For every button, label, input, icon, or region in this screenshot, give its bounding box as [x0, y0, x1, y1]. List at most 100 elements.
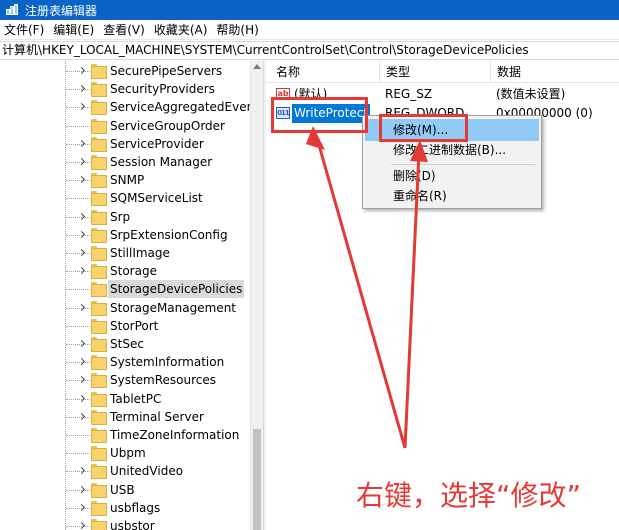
scrollbar-thumb[interactable]: [253, 429, 261, 530]
chevron-right-icon[interactable]: [78, 358, 86, 366]
tree-item-label: ServiceProvider: [110, 136, 204, 151]
tree-item-label: SecurePipeServers: [110, 64, 223, 78]
chevron-right-icon[interactable]: [78, 231, 86, 239]
tree-item[interactable]: USB: [0, 481, 250, 499]
tree-item-label: SystemInformation: [110, 355, 225, 370]
column-header-name[interactable]: 名称: [270, 61, 300, 83]
chevron-right-icon[interactable]: [78, 140, 86, 148]
chevron-right-icon[interactable]: [78, 340, 86, 348]
key-tree: SecurePipeServers SecurityProviders Servic…: [0, 61, 263, 530]
tree-item[interactable]: SNMP: [0, 171, 250, 189]
tree-item[interactable]: ServiceAggregatedEvents: [0, 98, 263, 116]
menu-edit[interactable]: 编辑(E): [49, 20, 99, 40]
chevron-right-icon[interactable]: [78, 304, 86, 312]
tree-connector: [66, 125, 90, 127]
tree-item[interactable]: Ubpm: [0, 444, 250, 462]
chevron-right-icon[interactable]: [78, 376, 86, 384]
tree-item[interactable]: SQMServiceList: [0, 189, 250, 207]
tree-item-label: ServiceGroupOrder: [110, 118, 225, 133]
tree-item-label: ServiceAggregatedEvents: [110, 100, 263, 115]
column-header-type[interactable]: 类型: [379, 61, 410, 83]
folder-icon: [91, 155, 107, 170]
chevron-right-icon[interactable]: [78, 213, 86, 221]
tree-item[interactable]: Terminal Server: [0, 408, 250, 426]
tree-item[interactable]: SystemResources: [0, 371, 250, 389]
chevron-right-icon[interactable]: [78, 504, 86, 512]
folder-icon: [91, 409, 107, 425]
chevron-right-icon[interactable]: [78, 67, 86, 75]
tree-item[interactable]: StillImage: [0, 244, 250, 262]
chevron-right-icon[interactable]: [78, 249, 86, 257]
tree-item[interactable]: SecurityProviders: [0, 80, 250, 98]
menu-help[interactable]: 帮助(H): [212, 20, 263, 40]
tree-item[interactable]: SrpExtensionConfig: [0, 226, 250, 244]
chevron-right-icon[interactable]: [78, 395, 86, 403]
list-header: 名称 类型 数据: [266, 61, 619, 83]
tree-item[interactable]: Srp: [0, 208, 250, 226]
column-header-data[interactable]: 数据: [490, 61, 521, 83]
tree-item-label: StorageDevicePolicies: [108, 280, 245, 299]
menu-view[interactable]: 查看(V): [99, 20, 150, 40]
tree-item[interactable]: Storage: [0, 262, 250, 280]
tree-item-label: TimeZoneInformation: [110, 428, 240, 442]
annotation-caption: 右键，选择“修改”: [356, 479, 582, 512]
chevron-right-icon[interactable]: [78, 467, 86, 475]
title-bar: 注册表编辑器: [0, 0, 619, 20]
folder-icon: [91, 446, 107, 462]
folder-icon: [91, 173, 107, 189]
folder-icon: [91, 464, 107, 480]
chevron-right-icon[interactable]: [78, 522, 86, 530]
tree-item-label: StSec: [110, 337, 144, 351]
tree-item-label: USB: [110, 482, 135, 497]
tree-connector: [66, 198, 90, 200]
menu-item-rename[interactable]: 重命名(R): [365, 185, 539, 207]
folder-icon: [91, 191, 107, 207]
tree-item[interactable]: StSec: [0, 335, 250, 353]
highlight-box-modify: [379, 114, 468, 142]
tree-item[interactable]: ServiceProvider: [0, 135, 250, 153]
tree-scrollbar[interactable]: [250, 61, 263, 530]
tree-connector: [66, 325, 90, 327]
tree-item[interactable]: StorPort: [0, 317, 250, 335]
address-bar[interactable]: 计算机\HKEY_LOCAL_MACHINE\SYSTEM\CurrentCon…: [0, 41, 619, 60]
scroll-up-icon[interactable]: [253, 64, 261, 69]
tree-item[interactable]: StorageManagement: [0, 299, 250, 317]
folder-icon: [91, 64, 107, 79]
chevron-right-icon[interactable]: [78, 85, 86, 93]
tree-item[interactable]: usbstor: [0, 517, 250, 530]
tree-item-label: StorPort: [110, 318, 159, 333]
tree-item-label: Session Manager: [110, 155, 213, 169]
tree-item[interactable]: UnitedVideo: [0, 462, 250, 480]
tree-item[interactable]: SystemInformation: [0, 353, 250, 371]
window-title: 注册表编辑器: [25, 3, 98, 18]
tree-item[interactable]: TabletPC: [0, 390, 250, 408]
chevron-right-icon[interactable]: [78, 413, 86, 421]
menu-favorites[interactable]: 收藏夹(A): [150, 20, 213, 40]
tree-item[interactable]: Session Manager: [0, 153, 250, 171]
tree-item-label: StorageManagement: [110, 300, 236, 315]
tree-item[interactable]: TimeZoneInformation: [0, 426, 250, 444]
tree-item[interactable]: usbflags: [0, 499, 250, 517]
chevron-right-icon[interactable]: [78, 103, 86, 111]
menu-item-modify-binary[interactable]: 修改二进制数据(B)...: [365, 139, 539, 161]
value-type: REG_SZ: [385, 87, 433, 101]
chevron-right-icon[interactable]: [78, 176, 86, 184]
tree-item-label: Terminal Server: [110, 409, 204, 424]
tree-item[interactable]: StorageDevicePolicies: [0, 280, 250, 299]
registry-editor-icon: [6, 4, 18, 16]
chevron-right-icon[interactable]: [78, 158, 86, 166]
folder-icon: [91, 373, 107, 389]
chevron-right-icon[interactable]: [78, 267, 86, 275]
tree-item[interactable]: ServiceGroupOrder: [0, 117, 250, 135]
value-data: (数值未设置): [496, 87, 566, 101]
folder-icon: [91, 482, 107, 498]
chevron-right-icon[interactable]: [78, 486, 86, 494]
tree-item-label: Storage: [110, 264, 157, 279]
menu-file[interactable]: 文件(F): [0, 20, 49, 40]
folder-icon: [91, 246, 107, 261]
tree-item-label: TabletPC: [110, 391, 162, 406]
tree-item[interactable]: SecurePipeServers: [0, 62, 250, 80]
menu-item-delete[interactable]: 删除(D): [365, 165, 539, 187]
folder-icon: [91, 118, 107, 134]
folder-icon: [91, 227, 107, 243]
